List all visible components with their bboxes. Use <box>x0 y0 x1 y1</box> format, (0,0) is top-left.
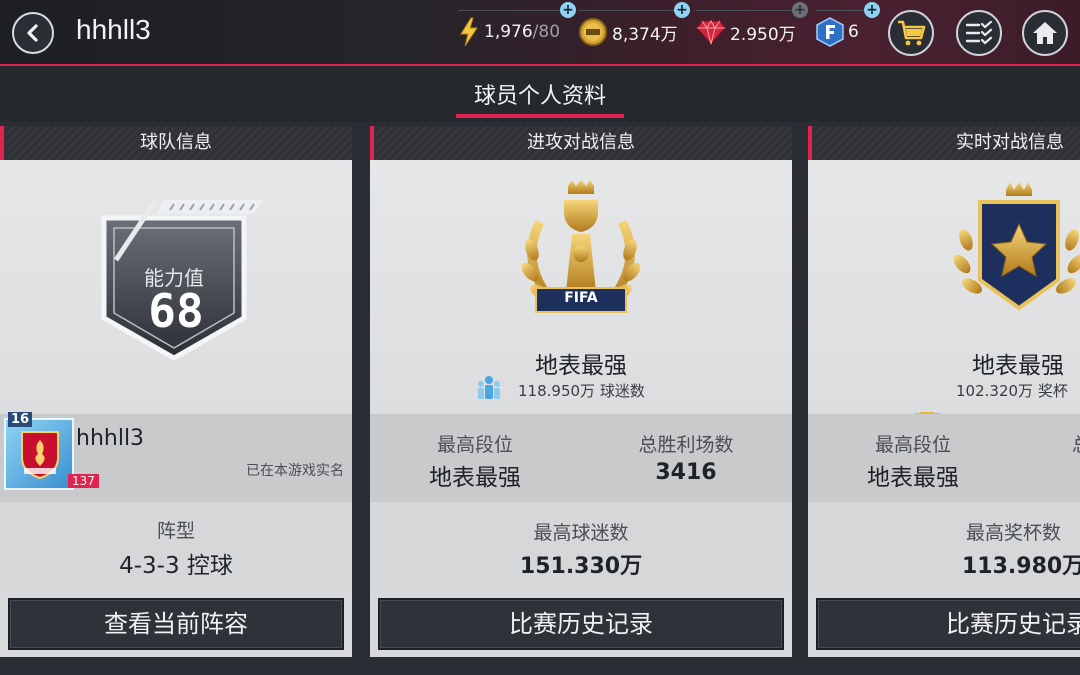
formation-row: 阵型 4-3-3 控球 <box>0 502 352 590</box>
division-trophy-emblem-icon <box>521 180 641 313</box>
club-crest-icon <box>21 431 59 480</box>
realtime-trophies-value: 102.320万 <box>956 382 1034 400</box>
realtime-stats-row: 最高段位 地表最强 总 <box>808 414 1080 502</box>
attack-best-division-value: 地表最强 <box>429 465 521 491</box>
energy-counter[interactable]: + 1,976/80 <box>458 2 576 58</box>
fpoint-value: 6 <box>848 22 859 42</box>
emblem-fifa-text: FIFA <box>564 290 598 306</box>
attack-best-division-label: 最高段位 <box>436 434 513 456</box>
attack-current-division: 地表最强 <box>535 353 627 379</box>
energy-value: 1,976 <box>484 22 533 42</box>
realtime-match-card: 实时对战信息 地表最强 102.320万 奖杯 最高段位 地表最强 最高奖杯数 … <box>808 126 1080 657</box>
realtime-max-trophies-value: 113.980万 <box>962 554 1080 579</box>
attack-fans-value: 118.950万 <box>518 382 596 400</box>
checklist-button[interactable] <box>956 10 1002 56</box>
coin-counter[interactable]: + 8,374万 <box>578 2 690 58</box>
attack-total-wins-value: 3416 <box>655 460 717 485</box>
add-coins-button[interactable]: + <box>674 2 690 18</box>
lightning-icon <box>460 17 478 47</box>
attack-max-fans-label: 最高球迷数 <box>533 522 629 544</box>
rating-value: 68 <box>148 284 204 338</box>
formation-value: 4-3-3 控球 <box>119 553 233 579</box>
active-tab-indicator <box>456 114 624 118</box>
realtime-match-title: 实时对战信息 <box>808 126 1080 160</box>
top-bar: hhhll3 + 1,976/80 + 8,374万 + 2.950万 + 6 <box>0 0 1080 66</box>
f-point-icon <box>816 17 844 47</box>
fifa-coin-icon <box>579 18 607 46</box>
club-badge-frame[interactable] <box>4 418 74 490</box>
fpoint-counter[interactable]: + 6 <box>816 2 880 58</box>
club-ovr-badge: 137 <box>68 474 99 488</box>
attack-match-title: 进攻对战信息 <box>370 126 792 160</box>
fans-icon <box>478 376 500 399</box>
attack-max-fans-value: 151.330万 <box>519 554 643 579</box>
realtime-division-area: 地表最强 102.320万 奖杯 <box>808 160 1080 433</box>
back-button[interactable] <box>12 12 54 54</box>
team-info-title: 球队信息 <box>0 126 352 160</box>
realtime-trophies-line: 102.320万 奖杯 <box>956 380 1068 401</box>
attack-fans-line: 118.950万 球迷数 <box>518 380 645 401</box>
shopping-cart-icon <box>898 20 926 46</box>
team-info-card: 球队信息 能力值 68 16 137 hhhll3 已在本游戏实名 阵型 4-3… <box>0 126 352 657</box>
gem-value: 2.950万 <box>730 24 796 45</box>
add-gems-button[interactable]: + <box>792 2 808 18</box>
attack-fans-label: 球迷数 <box>599 382 645 400</box>
attack-total-wins-label: 总胜利场数 <box>638 434 734 456</box>
division-star-emblem-icon <box>953 182 1080 311</box>
energy-max: /80 <box>532 22 561 42</box>
player-name-title: hhhll3 <box>76 14 151 45</box>
team-rating-area: 能力值 68 <box>0 160 352 414</box>
home-icon <box>1033 22 1057 44</box>
coin-value: 8,374万 <box>612 24 678 45</box>
attack-match-history-button[interactable]: 比赛历史记录 <box>378 598 784 650</box>
realname-status: 已在本游戏实名 <box>246 463 344 479</box>
attack-division-area: FIFA 地表最强 118.950万 球迷数 <box>370 160 792 414</box>
realtime-best-division-label: 最高段位 <box>874 434 951 456</box>
home-button[interactable] <box>1022 10 1068 56</box>
realtime-current-division: 地表最强 <box>972 353 1064 379</box>
checklist-icon <box>965 21 993 45</box>
realtime-total-wins-label: 总 <box>1072 430 1080 457</box>
club-level-badge: 16 <box>8 412 33 427</box>
attack-match-card: 进攻对战信息 FIFA 地表最强 118.950万 球迷数 最高段位 地表最强 … <box>370 126 792 657</box>
user-name: hhhll3 <box>76 426 145 451</box>
attack-max-fans-row: 最高球迷数 151.330万 <box>370 502 792 590</box>
gem-counter[interactable]: + 2.950万 <box>696 2 808 58</box>
view-lineup-button[interactable]: 查看当前阵容 <box>8 598 344 650</box>
user-info-row: 16 137 hhhll3 已在本游戏实名 <box>0 412 352 502</box>
gem-icon <box>696 19 726 45</box>
realtime-trophies-label: 奖杯 <box>1037 382 1068 400</box>
add-energy-button[interactable]: + <box>560 2 576 18</box>
realtime-match-history-button[interactable]: 比赛历史记录 <box>816 598 1080 650</box>
chevron-left-icon <box>27 24 38 42</box>
realtime-max-trophies-row: 最高奖杯数 113.980万 <box>808 502 1080 590</box>
realtime-best-division-value: 地表最强 <box>867 465 959 491</box>
attack-stats-row: 最高段位 地表最强 总胜利场数 3416 <box>370 414 792 502</box>
tab-player-profile[interactable]: 球员个人资料 <box>0 78 1080 110</box>
realtime-match-history-label: 比赛历史记录 <box>946 610 1080 638</box>
add-fpoints-button[interactable]: + <box>864 2 880 18</box>
realtime-max-trophies-label: 最高奖杯数 <box>966 522 1062 544</box>
formation-label: 阵型 <box>156 520 195 542</box>
shop-button[interactable] <box>888 10 934 56</box>
